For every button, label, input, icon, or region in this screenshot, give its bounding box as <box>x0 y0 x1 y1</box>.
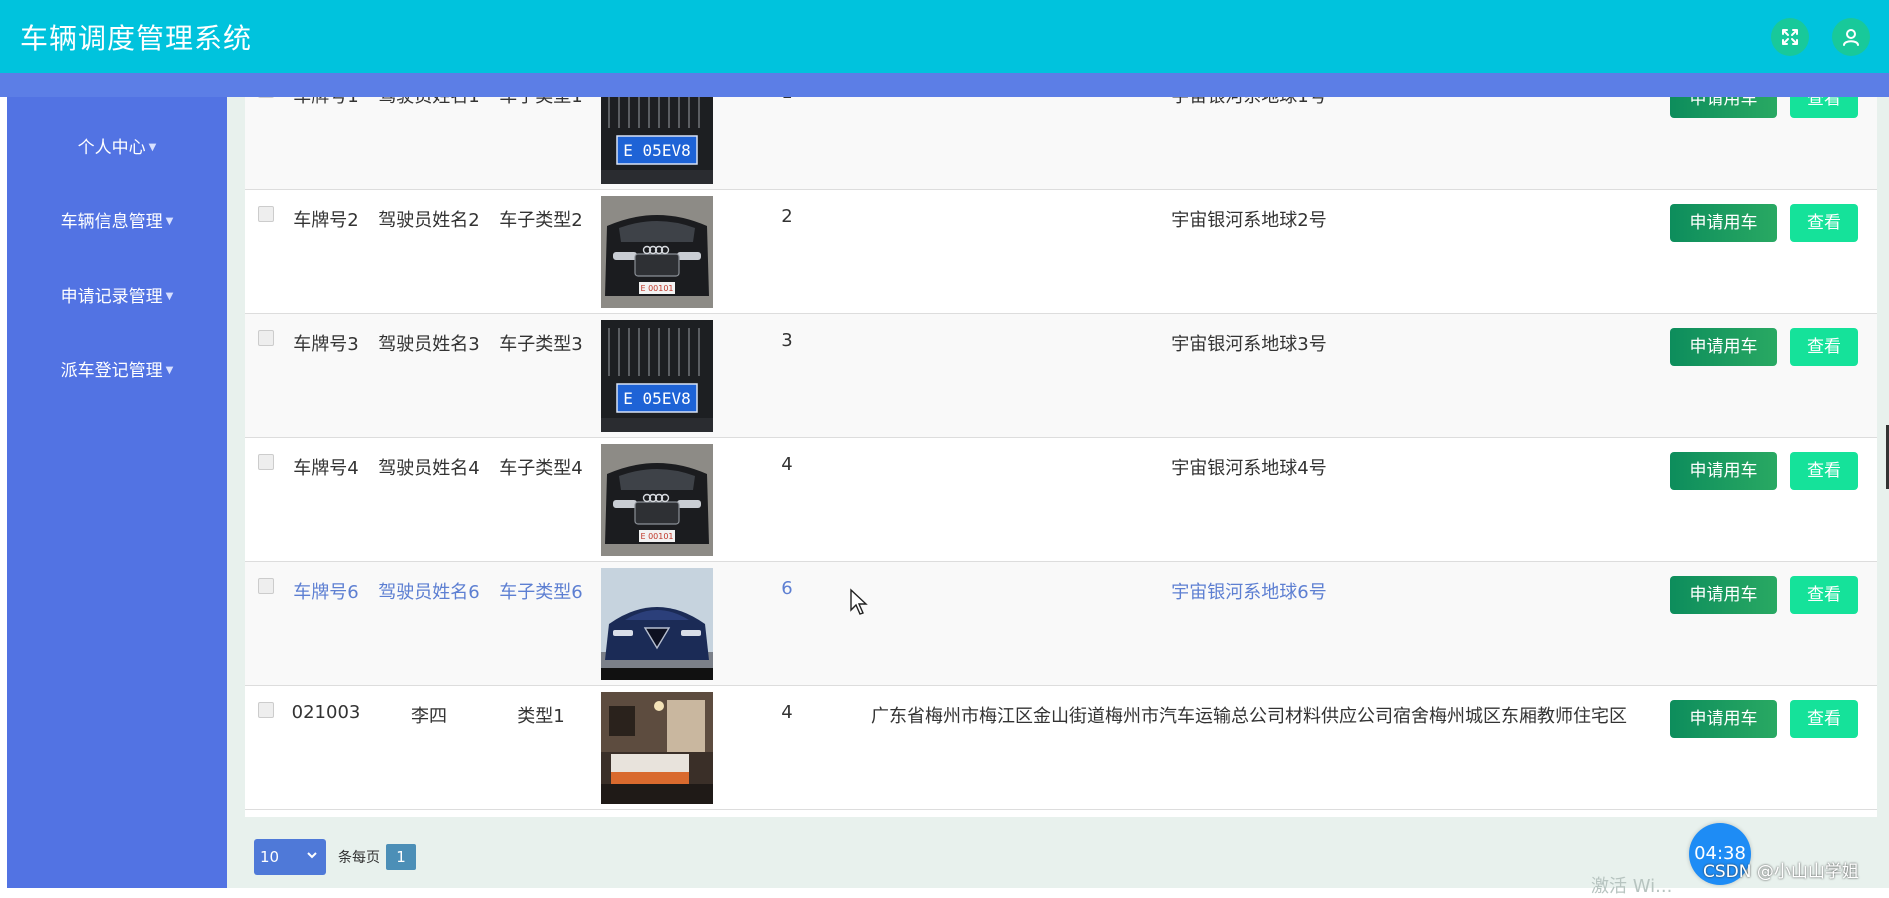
page-size-value: 10 <box>260 848 280 866</box>
table-row: 车牌号2 驾驶员姓名2 车子类型2 E 00101 2 宇宙银河系地球2号 申请… <box>245 190 1877 314</box>
svg-text:E 00101: E 00101 <box>640 284 673 293</box>
driver-cell: 李四 <box>411 706 447 727</box>
page-number-button[interactable]: 1 <box>386 844 416 870</box>
seats-cell: 6 <box>781 578 793 599</box>
sidebar-item-application-records[interactable]: 申请记录管理 ▼ <box>7 282 227 312</box>
table-row: 车牌号6 驾驶员姓名6 车子类型6 6 宇宙银河系地球6号 申请用车 查看 <box>245 562 1877 686</box>
per-page-label: 条每页 <box>338 850 380 866</box>
address-cell: 宇宙银河系地球6号 <box>1171 582 1327 603</box>
sidebar-item-label: 申请记录管理 <box>60 287 163 307</box>
seats-cell: 2 <box>781 206 793 227</box>
address-cell: 宇宙银河系地球1号 <box>1171 97 1326 108</box>
seats-cell: 1 <box>781 97 792 103</box>
row-checkbox[interactable] <box>258 578 274 594</box>
sidebar-item-label: 车辆信息管理 <box>60 212 163 232</box>
view-button[interactable]: 查看 <box>1790 452 1858 490</box>
app-title: 车辆调度管理系统 <box>20 21 253 55</box>
fullscreen-button[interactable] <box>1771 18 1809 56</box>
sidebar-item-vehicle-info[interactable]: 车辆信息管理 ▼ <box>7 207 227 237</box>
address-cell: 广东省梅州市梅江区金山街道梅州市汽车运输总公司材料供应公司宿舍梅州城区东厢教师住… <box>871 706 1627 727</box>
driver-cell: 驾驶员姓名6 <box>378 582 480 603</box>
pagination: 10 条每页 1 <box>254 839 416 875</box>
svg-text:E 00101: E 00101 <box>640 532 673 541</box>
caret-down-icon: ▼ <box>165 291 174 302</box>
bedroom-image <box>601 692 713 804</box>
page-size-select[interactable]: 10 <box>254 839 326 875</box>
apply-vehicle-button[interactable]: 申请用车 <box>1670 97 1777 118</box>
address-cell: 宇宙银河系地球3号 <box>1171 334 1327 355</box>
driver-cell: 驾驶员姓名3 <box>378 334 480 355</box>
apply-vehicle-button[interactable]: 申请用车 <box>1670 204 1777 242</box>
plate-cell: 车牌号2 <box>293 210 359 231</box>
view-button[interactable]: 查看 <box>1790 328 1858 366</box>
seats-cell: 4 <box>781 702 793 723</box>
car-plate-image: E 05EV8 <box>601 320 713 432</box>
plate-cell: 车牌号6 <box>293 582 359 603</box>
table-row: 021003 李四 类型1 4 广东省梅州市梅江区金山街道梅州市汽车运输总公司材… <box>245 686 1877 810</box>
type-cell: 车子类型1 <box>499 97 582 108</box>
csdn-watermark: CSDN @小山山学姐 <box>1703 862 1859 882</box>
header-sub-bar <box>0 73 1889 97</box>
driver-cell: 驾驶员姓名1 <box>378 97 479 108</box>
apply-vehicle-button[interactable]: 申请用车 <box>1670 700 1777 738</box>
apply-vehicle-button[interactable]: 申请用车 <box>1670 452 1777 490</box>
table-row: 车牌号4 驾驶员姓名4 车子类型4 E 00101 4 宇宙银河系地球4号 申请… <box>245 438 1877 562</box>
user-icon <box>1843 29 1859 46</box>
caret-down-icon: ▼ <box>165 216 174 227</box>
plate-cell: 车牌号3 <box>293 334 359 355</box>
driver-cell: 驾驶员姓名4 <box>378 458 480 479</box>
caret-down-icon: ▼ <box>148 142 157 153</box>
plate-cell: 021003 <box>291 702 361 723</box>
activation-watermark: 激活 Wi... <box>1591 876 1673 897</box>
driver-cell: 驾驶员姓名2 <box>378 210 480 231</box>
type-cell: 车子类型2 <box>499 210 583 231</box>
type-cell: 车子类型3 <box>499 334 583 355</box>
row-checkbox[interactable] <box>258 454 274 470</box>
table-row: 车牌号1 驾驶员姓名1 车子类型1 E 05EV8 1 宇宙银河系地球1号 申请… <box>245 97 1877 190</box>
view-button[interactable]: 查看 <box>1790 204 1858 242</box>
car-front-image: E 00101 <box>601 444 713 556</box>
plate-cell: 车牌号4 <box>293 458 359 479</box>
view-button[interactable]: 查看 <box>1790 700 1858 738</box>
view-button[interactable]: 查看 <box>1790 97 1858 118</box>
sidebar: 个人中心 ▼ 车辆信息管理 ▼ 申请记录管理 ▼ 派车登记管理 ▼ <box>7 97 227 888</box>
row-checkbox[interactable] <box>258 97 274 98</box>
row-checkbox[interactable] <box>258 702 274 718</box>
user-button[interactable] <box>1832 18 1870 56</box>
caret-down-icon: ▼ <box>165 365 174 376</box>
seats-cell: 4 <box>781 454 793 475</box>
plate-cell: 车牌号1 <box>293 97 358 108</box>
apply-vehicle-button[interactable]: 申请用车 <box>1670 576 1777 614</box>
row-checkbox[interactable] <box>258 206 274 222</box>
sidebar-item-label: 个人中心 <box>77 138 146 158</box>
apply-vehicle-button[interactable]: 申请用车 <box>1670 328 1777 366</box>
svg-text:E 05EV8: E 05EV8 <box>623 141 690 160</box>
sidebar-item-label: 派车登记管理 <box>60 361 163 381</box>
sidebar-item-dispatch-registration[interactable]: 派车登记管理 ▼ <box>7 356 227 386</box>
address-cell: 宇宙银河系地球2号 <box>1171 210 1327 231</box>
mouse-cursor-icon <box>850 588 868 615</box>
main-content: 车牌号1 驾驶员姓名1 车子类型1 E 05EV8 1 宇宙银河系地球1号 申请… <box>227 97 1889 888</box>
car-front-image: E 00101 <box>601 196 713 308</box>
address-cell: 宇宙银河系地球4号 <box>1171 458 1327 479</box>
sidebar-item-personal-center[interactable]: 个人中心 ▼ <box>7 133 227 163</box>
left-edge-strip <box>0 0 7 888</box>
seats-cell: 3 <box>781 330 793 351</box>
vehicle-table: 车牌号1 驾驶员姓名1 车子类型1 E 05EV8 1 宇宙银河系地球1号 申请… <box>245 97 1877 817</box>
chevron-down-icon <box>307 852 317 859</box>
fullscreen-icon <box>1782 29 1798 45</box>
type-cell: 车子类型4 <box>499 458 583 479</box>
view-button[interactable]: 查看 <box>1790 576 1858 614</box>
type-cell: 车子类型6 <box>499 582 583 603</box>
app-header: 车辆调度管理系统 <box>0 0 1889 73</box>
table-row: 车牌号3 驾驶员姓名3 车子类型3 E 05EV8 3 宇宙银河系地球3号 申请… <box>245 314 1877 438</box>
row-checkbox[interactable] <box>258 330 274 346</box>
car-plate-image: E 05EV8 <box>601 97 713 184</box>
type-cell: 类型1 <box>517 706 565 727</box>
blue-car-image <box>601 568 713 680</box>
svg-text:E 05EV8: E 05EV8 <box>623 389 690 408</box>
